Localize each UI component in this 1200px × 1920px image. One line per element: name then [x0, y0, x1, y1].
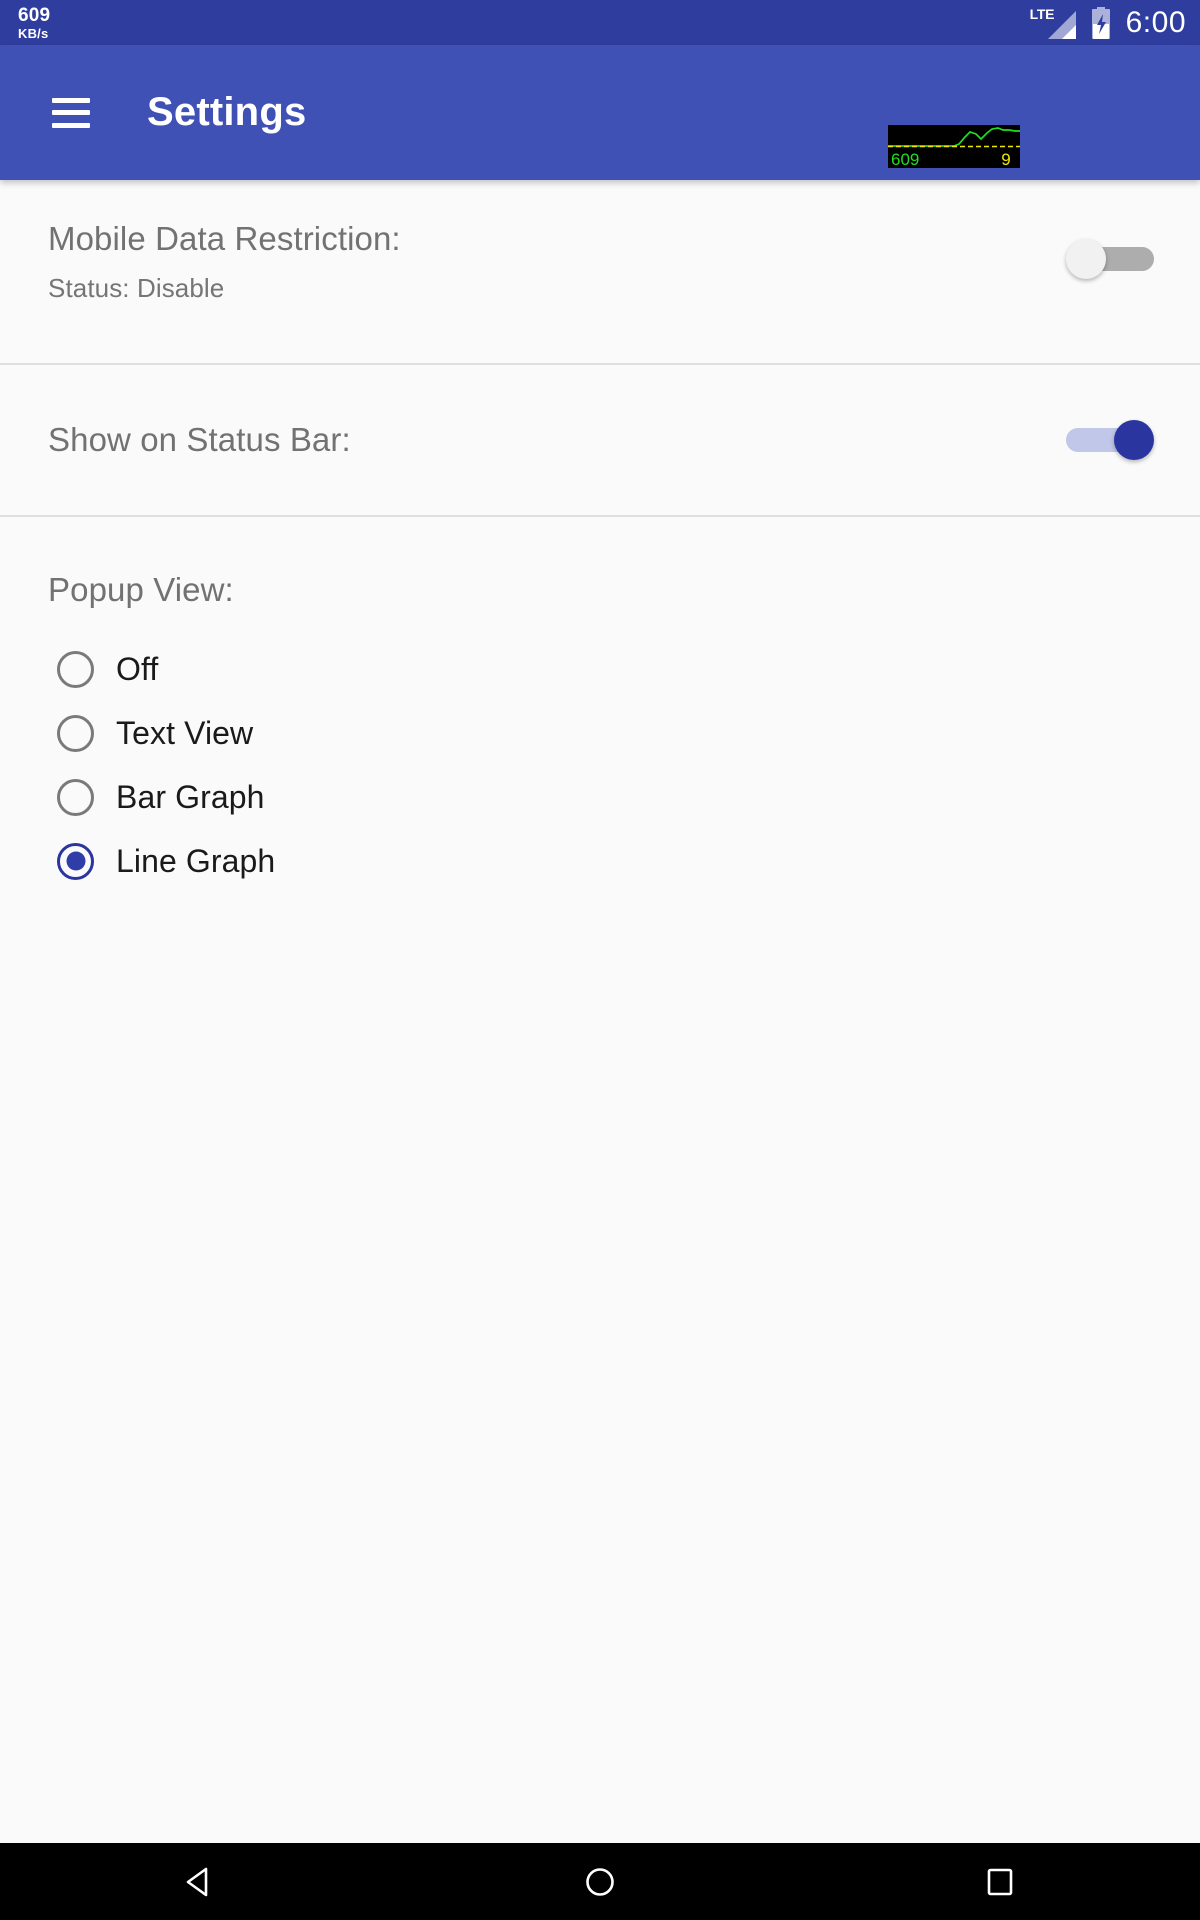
recents-square-icon	[987, 1868, 1013, 1895]
mobile-data-restriction-status: Status: Disable	[48, 273, 225, 303]
radio-circle-icon	[57, 778, 94, 816]
settings-content: Mobile Data Restriction: Status: Disable…	[0, 180, 1200, 1843]
app-bar: Settings 609 9	[0, 45, 1200, 180]
status-bar-icons: LTE 6:00	[1030, 6, 1186, 40]
signal-bars-icon: LTE	[1030, 6, 1076, 40]
popup-view-section: Popup View: Off Text View Bar Graph Line…	[0, 517, 1200, 887]
mobile-data-restriction-text: Mobile Data Restriction: Status: Disable	[48, 220, 401, 304]
setting-row-show-on-status-bar[interactable]: Show on Status Bar:	[0, 365, 1200, 515]
page-title: Settings	[147, 90, 307, 134]
battery-charging-icon	[1088, 6, 1114, 40]
graph-secondary-value: 9	[1001, 150, 1010, 168]
radio-option-line-graph[interactable]: Line Graph	[48, 835, 1200, 887]
android-navigation-bar	[0, 1843, 1200, 1920]
popup-view-label: Popup View:	[48, 571, 234, 608]
radio-circle-icon	[57, 650, 94, 688]
status-bar: 609 KB/s LTE 6:00	[0, 0, 1200, 45]
home-button[interactable]	[530, 1843, 670, 1920]
show-on-status-bar-title: Show on Status Bar:	[48, 421, 351, 458]
show-on-status-bar-toggle[interactable]	[1066, 417, 1154, 463]
radio-option-label: Bar Graph	[116, 778, 265, 815]
line-graph-widget-canvas: 609 9	[888, 125, 1020, 168]
setting-row-mobile-data-restriction[interactable]: Mobile Data Restriction: Status: Disable	[0, 180, 1200, 363]
mobile-data-restriction-toggle[interactable]	[1066, 236, 1154, 282]
recents-button[interactable]	[930, 1843, 1070, 1920]
radio-option-label: Text View	[116, 714, 254, 751]
network-speed-value: 609	[18, 4, 51, 26]
toggle-thumb	[1114, 420, 1154, 460]
radio-option-text-view[interactable]: Text View	[48, 707, 1200, 759]
toggle-thumb	[1066, 239, 1106, 279]
back-triangle-icon	[186, 1867, 208, 1896]
network-speed-indicator: 609 KB/s	[18, 6, 50, 40]
radio-option-off[interactable]: Off	[48, 643, 1200, 695]
back-button[interactable]	[130, 1843, 270, 1920]
hamburger-menu-icon[interactable]	[52, 97, 90, 128]
radio-circle-icon	[57, 714, 94, 752]
show-on-status-bar-text: Show on Status Bar:	[48, 421, 351, 459]
mobile-data-restriction-title: Mobile Data Restriction:	[48, 220, 401, 257]
radio-circle-selected-icon	[57, 842, 94, 880]
clock-label: 6:00	[1125, 5, 1186, 39]
radio-option-label: Line Graph	[116, 842, 276, 879]
radio-option-bar-graph[interactable]: Bar Graph	[48, 771, 1200, 823]
line-graph-widget[interactable]: 609 9	[888, 125, 1020, 168]
popup-view-radio-group: Off Text View Bar Graph Line Graph	[48, 643, 1200, 887]
network-speed-unit: KB/s	[18, 25, 49, 41]
graph-primary-value: 609	[891, 150, 919, 168]
home-circle-icon	[586, 1867, 614, 1896]
radio-option-label: Off	[116, 650, 159, 687]
signal-triangle-icon	[1047, 10, 1076, 39]
